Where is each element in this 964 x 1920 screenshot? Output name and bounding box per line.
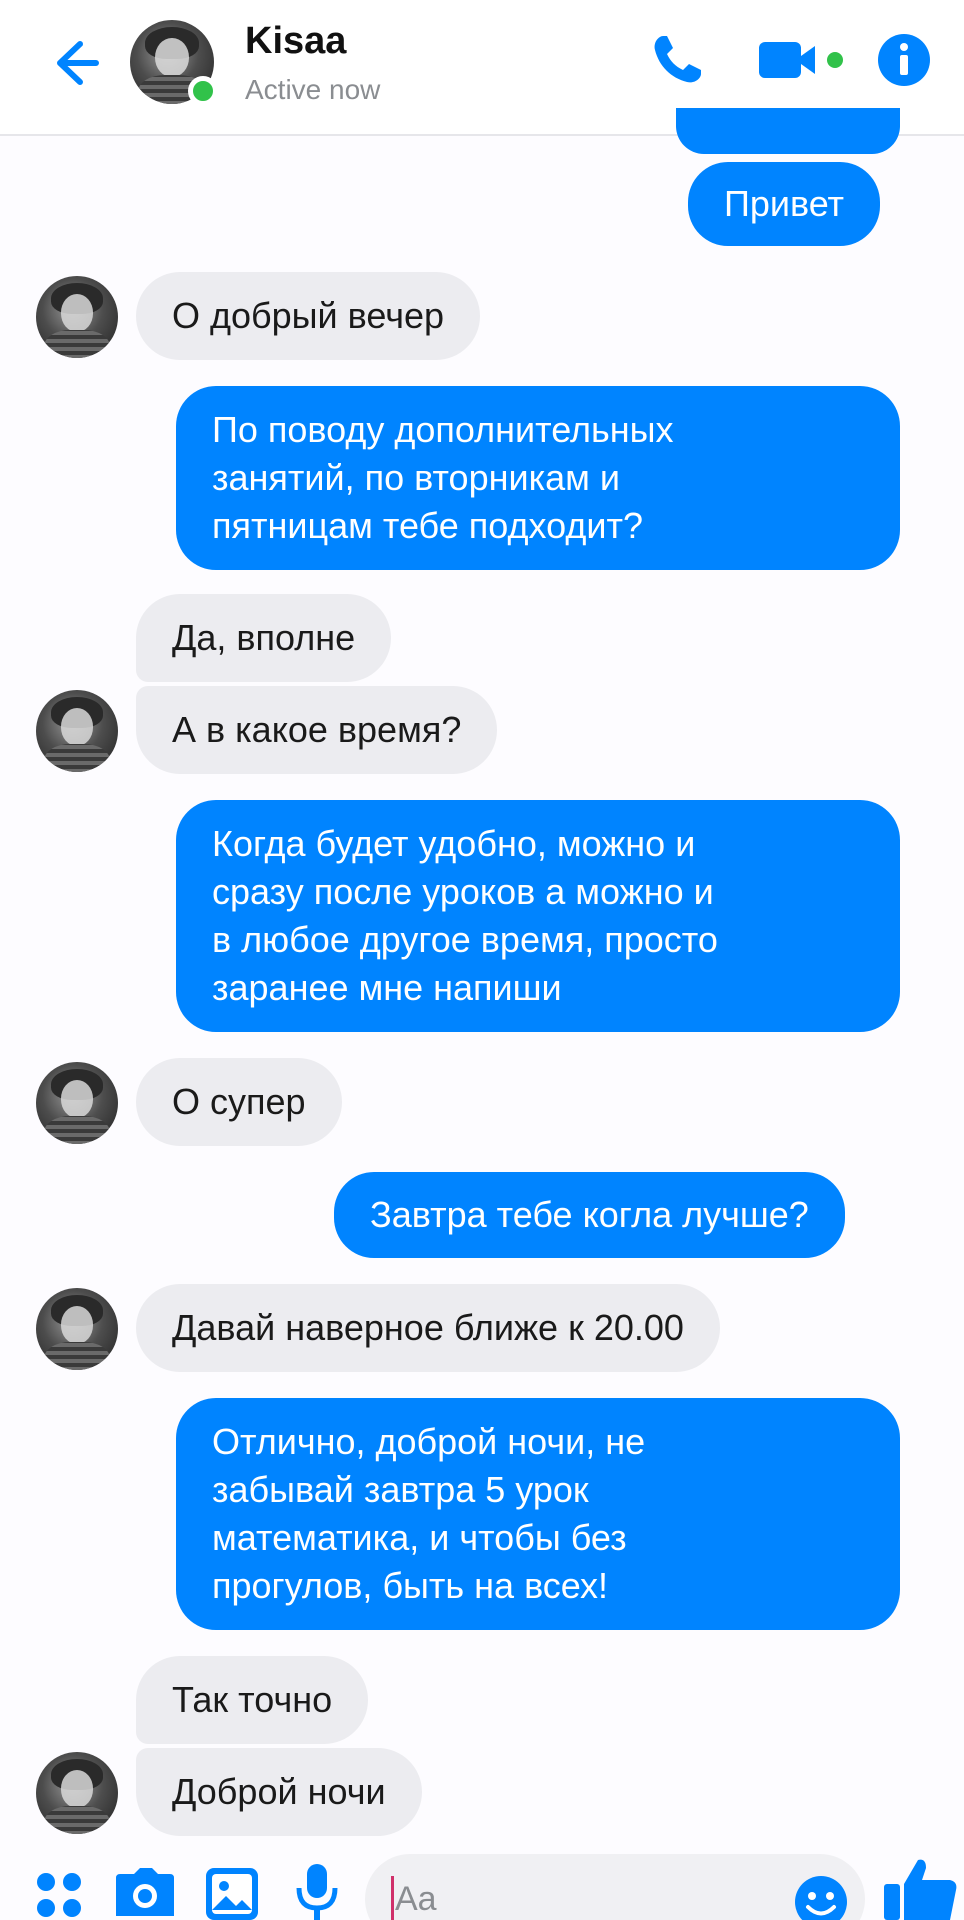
message-input-placeholder: Aa: [395, 1880, 437, 1918]
gallery-icon[interactable]: [204, 1864, 260, 1920]
online-status-dot: [188, 76, 218, 106]
back-arrow-icon[interactable]: [40, 30, 106, 96]
message-bubble-incoming[interactable]: О добрый вечер: [136, 272, 481, 360]
video-call-icon[interactable]: [755, 36, 855, 86]
contact-status: Active now: [245, 74, 381, 105]
message-bubble-outgoing[interactable]: Привет: [688, 162, 881, 246]
camera-icon[interactable]: [114, 1866, 176, 1918]
message-bubble-incoming[interactable]: О супер: [136, 1058, 342, 1146]
sender-avatar[interactable]: [36, 690, 118, 772]
message-bubble-incoming[interactable]: Да, вполне: [136, 594, 392, 682]
message-bubble-incoming[interactable]: Давай наверное ближе к 20.00: [136, 1284, 720, 1372]
message-bubble-outgoing[interactable]: Отлично, доброй ночи, не забывай завтра …: [176, 1398, 900, 1630]
phone-icon[interactable]: [645, 28, 709, 92]
text-caret: [391, 1876, 394, 1920]
message-bubble-outgoing[interactable]: Завтра тебе когла лучше?: [334, 1172, 845, 1258]
contact-name[interactable]: Kisaa: [245, 20, 346, 63]
microphone-icon[interactable]: [296, 1862, 338, 1920]
message-list[interactable]: Привет О добрый вечер По поводу дополнит…: [0, 108, 964, 1838]
contact-avatar[interactable]: [130, 20, 218, 108]
message-bubble-incoming[interactable]: А в какое время?: [136, 686, 498, 774]
emoji-icon[interactable]: [793, 1874, 849, 1920]
sender-avatar[interactable]: [36, 1288, 118, 1370]
sender-avatar[interactable]: [36, 276, 118, 358]
info-icon[interactable]: [876, 32, 932, 88]
message-bubble-incoming[interactable]: Так точно: [136, 1656, 369, 1744]
sender-avatar[interactable]: [36, 1752, 118, 1834]
messenger-chat-screen: Kisaa Active now Привет О добрый вечер П…: [0, 0, 964, 1920]
message-bubble-outgoing[interactable]: Когда будет удобно, можно и сразу после …: [176, 800, 900, 1032]
message-composer: Aa: [0, 1840, 964, 1920]
message-bubble-incoming[interactable]: Доброй ночи: [136, 1748, 422, 1836]
message-input[interactable]: Aa: [365, 1854, 865, 1920]
apps-icon[interactable]: [34, 1870, 84, 1920]
sender-avatar[interactable]: [36, 1062, 118, 1144]
message-bubble-outgoing[interactable]: По поводу дополнительных занятий, по вто…: [176, 386, 900, 570]
thumbs-up-icon[interactable]: [880, 1856, 964, 1920]
message-bubble-partial: [676, 108, 900, 154]
